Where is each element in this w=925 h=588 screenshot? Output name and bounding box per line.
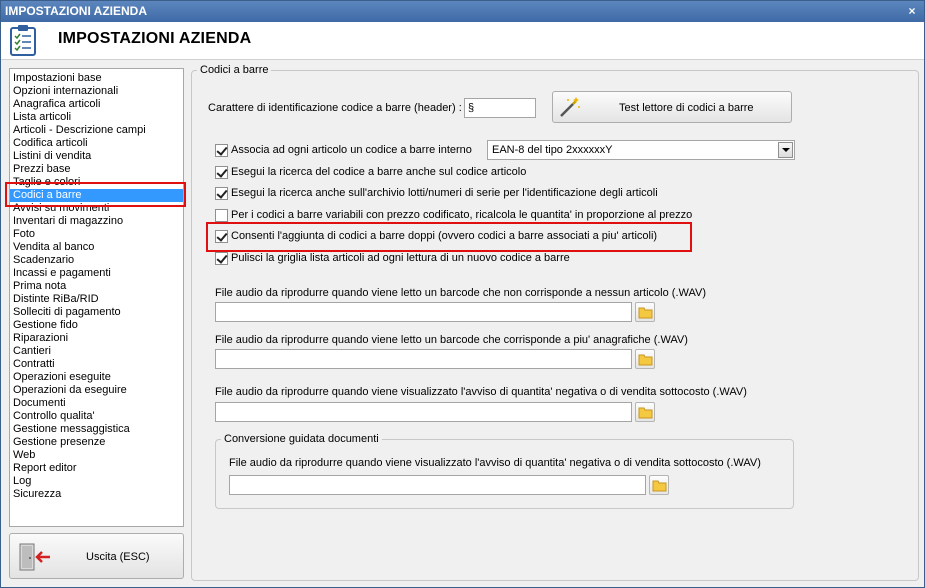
browse-audio-negative-qty-button[interactable] — [635, 402, 655, 422]
checkbox-label: Associa ad ogni articolo un codice a bar… — [231, 144, 472, 156]
audio-multi-match-label: File audio da riprodurre quando viene le… — [215, 334, 688, 346]
settings-window: IMPOSTAZIONI AZIENDA × IMPOSTAZIONI AZIE… — [0, 0, 925, 588]
folder-icon — [652, 480, 667, 492]
nav-item[interactable]: Sicurezza — [10, 488, 183, 501]
close-icon[interactable]: × — [906, 1, 918, 22]
title-bar: IMPOSTAZIONI AZIENDA × — [1, 1, 924, 22]
audio-no-match-label: File audio da riprodurre quando viene le… — [215, 287, 707, 299]
browse-conversion-audio-button[interactable] — [649, 475, 669, 495]
conversion-group — [215, 439, 794, 509]
nav-item-selected[interactable]: Codici a barre — [10, 189, 183, 202]
nav-item[interactable]: Web — [10, 449, 183, 462]
nav-item[interactable]: Gestione fido — [10, 319, 183, 332]
nav-item[interactable]: Gestione messaggistica — [10, 423, 183, 436]
nav-item[interactable]: Documenti — [10, 397, 183, 410]
checkbox-label: Consenti l'aggiunta di codici a barre do… — [231, 230, 658, 242]
conversion-audio-label: File audio da riprodurre quando viene vi… — [229, 457, 761, 469]
folder-icon — [638, 407, 653, 419]
checkbox-label: Per i codici a barre variabili con prezz… — [231, 209, 693, 221]
nav-item[interactable]: Codifica articoli — [10, 137, 183, 150]
nav-item[interactable]: Anagrafica articoli — [10, 98, 183, 111]
folder-icon — [638, 354, 653, 366]
header-char-label: Carattere di identificazione codice a ba… — [208, 102, 462, 114]
nav-item[interactable]: Operazioni da eseguire — [10, 384, 183, 397]
exit-door-icon — [19, 543, 50, 571]
browse-audio-multi-match-button[interactable] — [635, 349, 655, 369]
nav-item[interactable]: Foto — [10, 228, 183, 241]
checkbox[interactable] — [215, 187, 228, 200]
checkbox-label: Pulisci la griglia lista articoli ad ogn… — [231, 252, 570, 264]
header: IMPOSTAZIONI AZIENDA — [1, 22, 924, 60]
nav-item[interactable]: Incassi e pagamenti — [10, 267, 183, 280]
checkbox[interactable] — [215, 230, 228, 243]
nav-item[interactable]: Avvisi su movimenti — [10, 202, 183, 215]
checkbox[interactable] — [215, 144, 228, 157]
nav-item[interactable]: Vendita al banco — [10, 241, 183, 254]
browse-audio-no-match-button[interactable] — [635, 302, 655, 322]
checkbox-label: Esegui la ricerca anche sull'archivio lo… — [231, 187, 658, 199]
nav-item[interactable]: Taglie e colori — [10, 176, 183, 189]
window-title: IMPOSTAZIONI AZIENDA — [5, 4, 147, 18]
nav-item[interactable]: Scadenzario — [10, 254, 183, 267]
exit-button-label: Uscita (ESC) — [86, 551, 150, 563]
nav-item[interactable]: Solleciti di pagamento — [10, 306, 183, 319]
nav-item[interactable]: Report editor — [10, 462, 183, 475]
checkbox[interactable] — [215, 209, 228, 222]
checkbox[interactable] — [215, 166, 228, 179]
nav-item[interactable]: Cantieri — [10, 345, 183, 358]
page-title: IMPOSTAZIONI AZIENDA — [58, 30, 252, 47]
barcode-wand-icon — [560, 97, 580, 117]
nav-item[interactable]: Articoli - Descrizione campi — [10, 124, 183, 137]
nav-item[interactable]: Controllo qualita' — [10, 410, 183, 423]
audio-negative-qty-label: File audio da riprodurre quando viene vi… — [215, 386, 747, 398]
barcode-group-title: Codici a barre — [197, 64, 272, 76]
nav-item[interactable]: Opzioni internazionali — [10, 85, 183, 98]
conversion-audio-input[interactable] — [229, 475, 646, 495]
test-button-label: Test lettore di codici a barre — [619, 102, 754, 114]
barcode-type-select[interactable]: EAN-8 del tipo 2xxxxxxY — [487, 140, 795, 160]
barcode-type-value: EAN-8 del tipo 2xxxxxxY — [492, 144, 613, 156]
clipboard-checklist-icon — [10, 25, 36, 56]
nav-item[interactable]: Log — [10, 475, 183, 488]
exit-button[interactable]: Uscita (ESC) — [9, 533, 184, 579]
nav-item[interactable]: Contratti — [10, 358, 183, 371]
checkbox-label: Esegui la ricerca del codice a barre anc… — [231, 166, 527, 178]
audio-multi-match-input[interactable] — [215, 349, 632, 369]
audio-negative-qty-input[interactable] — [215, 402, 632, 422]
nav-item[interactable]: Listini di vendita — [10, 150, 183, 163]
checkbox[interactable] — [215, 252, 228, 265]
nav-item[interactable]: Prezzi base — [10, 163, 183, 176]
test-barcode-reader-button[interactable]: Test lettore di codici a barre — [552, 91, 792, 123]
settings-nav-list[interactable]: Impostazioni base Opzioni internazionali… — [9, 68, 184, 527]
folder-icon — [638, 307, 653, 319]
nav-item[interactable]: Distinte RiBa/RID — [10, 293, 183, 306]
nav-item[interactable]: Inventari di magazzino — [10, 215, 183, 228]
header-char-input[interactable]: § — [464, 98, 536, 118]
chevron-down-icon[interactable] — [778, 142, 793, 158]
nav-item[interactable]: Operazioni eseguite — [10, 371, 183, 384]
nav-item[interactable]: Gestione presenze — [10, 436, 183, 449]
nav-item[interactable]: Lista articoli — [10, 111, 183, 124]
nav-item[interactable]: Riparazioni — [10, 332, 183, 345]
audio-no-match-input[interactable] — [215, 302, 632, 322]
conversion-group-title: Conversione guidata documenti — [221, 433, 382, 445]
nav-item[interactable]: Prima nota — [10, 280, 183, 293]
nav-item[interactable]: Impostazioni base — [10, 72, 183, 85]
